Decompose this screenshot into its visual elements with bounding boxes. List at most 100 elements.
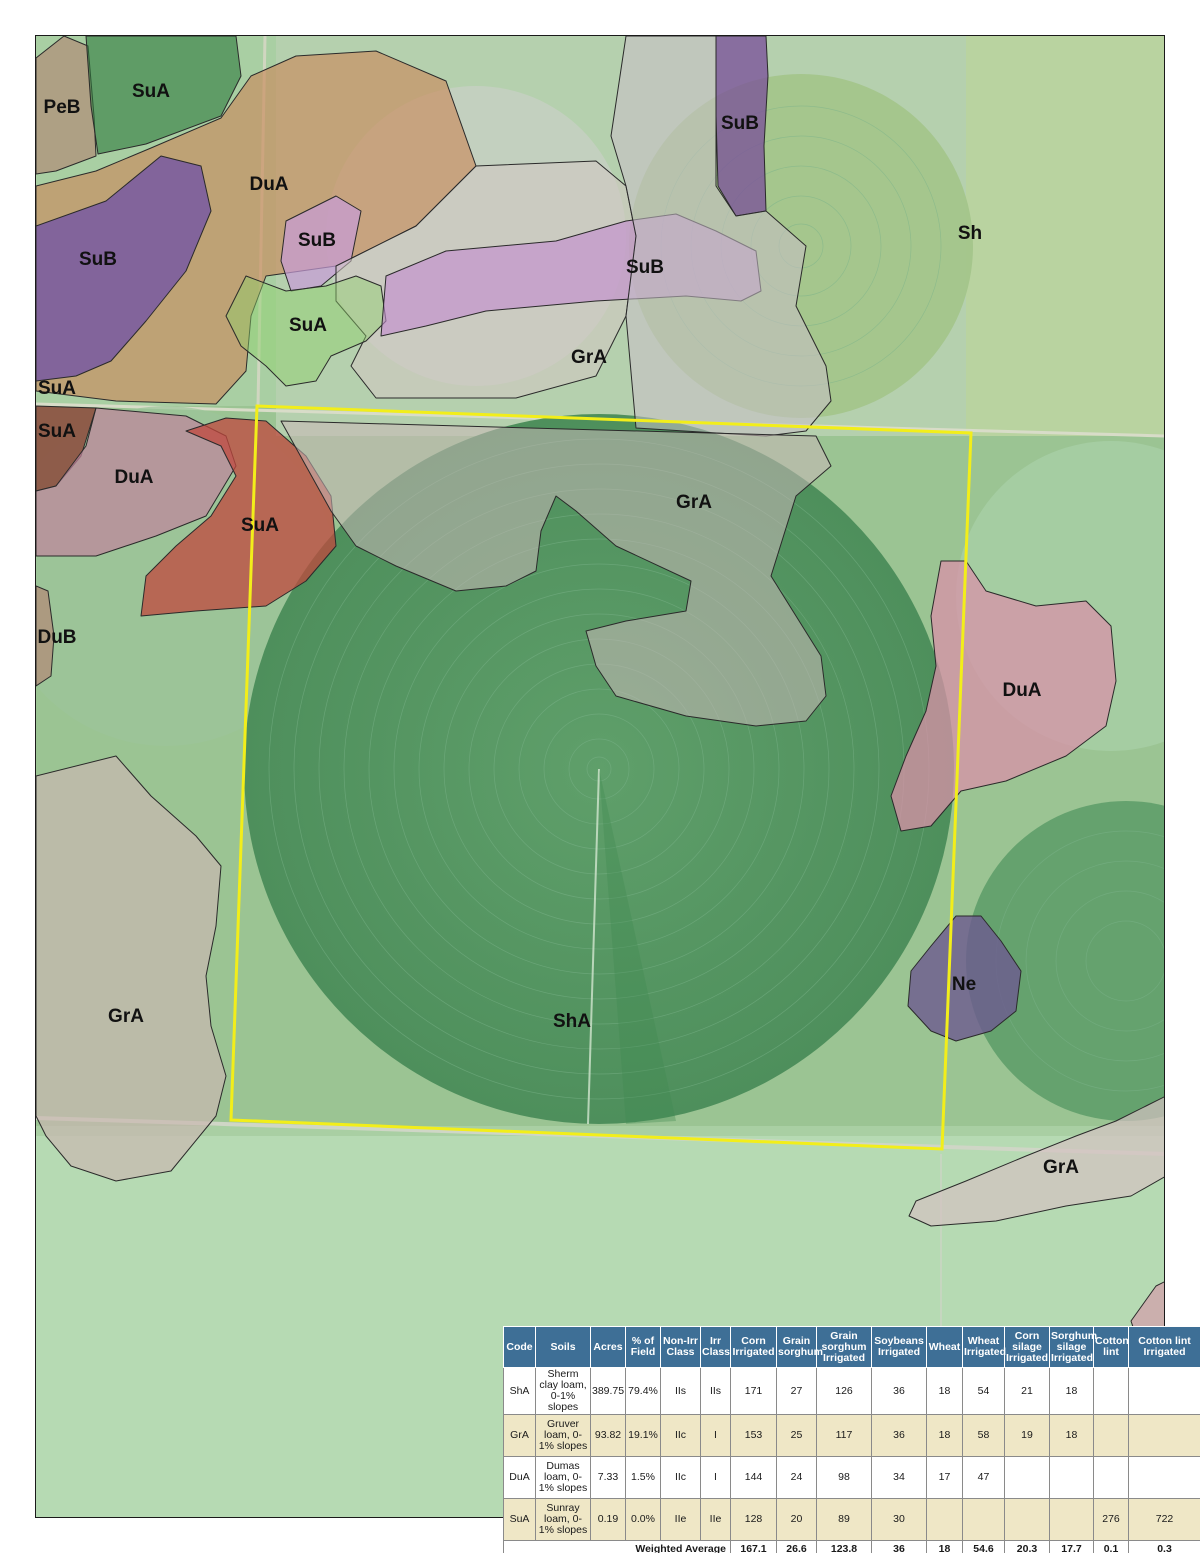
header-wheat: Wheat: [926, 1326, 963, 1368]
table-cell: 18: [1049, 1367, 1094, 1415]
weighted-average-row: Weighted Average 167.1 26.6 123.8 36 18 54.6 20…: [503, 1540, 1200, 1553]
table-cell: 58: [962, 1414, 1005, 1457]
table-cell: 18: [926, 1367, 963, 1415]
map-label-sua: SuA: [38, 378, 76, 399]
table-row: SuA Sunray loam, 0-1% slopes 0.19 0.0% IIe II…: [503, 1498, 1200, 1541]
table-cell: 17: [926, 1456, 963, 1499]
table-cell: Sunray loam, 0-1% slopes: [535, 1498, 591, 1541]
map-label-dua: DuA: [249, 174, 289, 195]
table-row: DuA Dumas loam, 0-1% slopes 7.33 1.5% IIc I 14…: [503, 1456, 1200, 1499]
header-code: Code: [503, 1326, 536, 1368]
table-cell: 171: [730, 1367, 777, 1415]
table-cell: [1004, 1498, 1050, 1541]
table-cell: [1049, 1498, 1094, 1541]
table-cell: 19: [1004, 1414, 1050, 1457]
map-label-dua: DuA: [1002, 680, 1042, 701]
table-cell: Gruver loam, 0-1% slopes: [535, 1414, 591, 1457]
header-irr-class: Irr Class: [700, 1326, 731, 1368]
table-cell: 36: [871, 1414, 927, 1457]
table-header-row: Code Soils Acres % of Field Non-Irr Clas…: [503, 1326, 1200, 1368]
field-northeast: [966, 36, 1164, 436]
table-cell: 27: [776, 1367, 817, 1415]
weighted-average-cell: 17.7: [1049, 1540, 1094, 1553]
header-soils: Soils: [535, 1326, 591, 1368]
table-cell: 30: [871, 1498, 927, 1541]
weighted-average-cell: 20.3: [1004, 1540, 1050, 1553]
map-label-dua: DuA: [114, 467, 154, 488]
weighted-average-cell: 36: [871, 1540, 927, 1553]
aerial-imagery: [36, 36, 1164, 1517]
table-cell: [1049, 1456, 1094, 1499]
table-cell: I: [700, 1456, 731, 1499]
table-cell: 722: [1128, 1498, 1200, 1541]
table-cell: 24: [776, 1456, 817, 1499]
map-label-sub: SuB: [298, 230, 336, 251]
header-grain-sorghum-irrigated: Grain sorghum Irrigated: [816, 1326, 872, 1368]
weighted-average-cell: 26.6: [776, 1540, 817, 1553]
weighted-average-cell: 0.1: [1093, 1540, 1129, 1553]
header-percent-field: % of Field: [625, 1326, 661, 1368]
table-cell: 20: [776, 1498, 817, 1541]
table-cell: 21: [1004, 1367, 1050, 1415]
header-wheat-irrigated: Wheat Irrigated: [962, 1326, 1006, 1368]
table-cell: 389.75: [590, 1367, 626, 1415]
table-cell: [962, 1498, 1005, 1541]
map-label-sua: SuA: [38, 421, 76, 442]
map-label-gra: GrA: [571, 347, 607, 368]
table-cell: 18: [926, 1414, 963, 1457]
soil-map: PeB SuA SuB DuA SuB SuB Sh SuB SuA GrA S…: [35, 35, 1165, 1518]
weighted-average-cell: 54.6: [962, 1540, 1005, 1553]
table-cell: [1128, 1456, 1200, 1499]
table-cell: 153: [730, 1414, 777, 1457]
table-cell: 126: [816, 1367, 872, 1415]
table-cell: 128: [730, 1498, 777, 1541]
soil-table-panel: Code Soils Acres % of Field Non-Irr Clas…: [503, 1326, 1200, 1553]
header-soybeans-irrigated: Soybeans Irrigated: [871, 1326, 927, 1368]
table-cell: [1004, 1456, 1050, 1499]
map-label-sha: ShA: [553, 1011, 591, 1032]
weighted-average-cell: 123.8: [816, 1540, 872, 1553]
table-cell: [1093, 1414, 1129, 1457]
table-row: GrA Gruver loam, 0-1% slopes 93.82 19.1% IIc…: [503, 1414, 1200, 1457]
header-acres: Acres: [590, 1326, 626, 1368]
table-cell: 276: [1093, 1498, 1129, 1541]
header-corn-irrigated: Corn Irrigated: [730, 1326, 777, 1368]
header-non-irr-class: Non-Irr Class: [660, 1326, 701, 1368]
weighted-average-cell: 18: [926, 1540, 963, 1553]
table-cell: 25: [776, 1414, 817, 1457]
map-label-gra: GrA: [108, 1006, 144, 1027]
map-label-sub: SuB: [626, 257, 664, 278]
map-label-sua: SuA: [241, 515, 279, 536]
map-label-sua: SuA: [289, 315, 327, 336]
table-cell: 19.1%: [625, 1414, 661, 1457]
map-label-sub: SuB: [721, 113, 759, 134]
header-cotton-lint: Cotton lint: [1093, 1326, 1129, 1368]
table-cell: 47: [962, 1456, 1005, 1499]
weighted-average-cell: 0.3: [1128, 1540, 1200, 1553]
header-grain-sorghum: Grain sorghum: [776, 1326, 823, 1368]
table-cell: Dumas loam, 0-1% slopes: [535, 1456, 591, 1499]
map-label-gra: GrA: [676, 492, 712, 513]
map-label-peb: PeB: [43, 97, 81, 118]
header-corn-silage-irrigated: Corn silage Irrigated: [1004, 1326, 1050, 1368]
table-cell: 34: [871, 1456, 927, 1499]
table-cell: 54: [962, 1367, 1005, 1415]
table-cell: 93.82: [590, 1414, 626, 1457]
table-cell: 36: [871, 1367, 927, 1415]
table-cell: 7.33: [590, 1456, 626, 1499]
table-cell: IIc: [660, 1414, 701, 1457]
table-cell: [1093, 1456, 1129, 1499]
map-label-dub: DuB: [37, 627, 77, 648]
map-label-sua: SuA: [132, 81, 170, 102]
weighted-average-label: Weighted Average: [503, 1540, 731, 1553]
table-cell: 117: [816, 1414, 872, 1457]
table-cell: DuA: [503, 1456, 536, 1499]
table-cell: IIs: [660, 1367, 701, 1415]
table-cell: [1128, 1414, 1200, 1457]
table-cell: IIe: [660, 1498, 701, 1541]
table-cell: IIc: [660, 1456, 701, 1499]
map-label-sub: SuB: [79, 249, 117, 270]
table-cell: [926, 1498, 963, 1541]
table-cell: I: [700, 1414, 731, 1457]
map-label-sh: Sh: [957, 223, 983, 244]
